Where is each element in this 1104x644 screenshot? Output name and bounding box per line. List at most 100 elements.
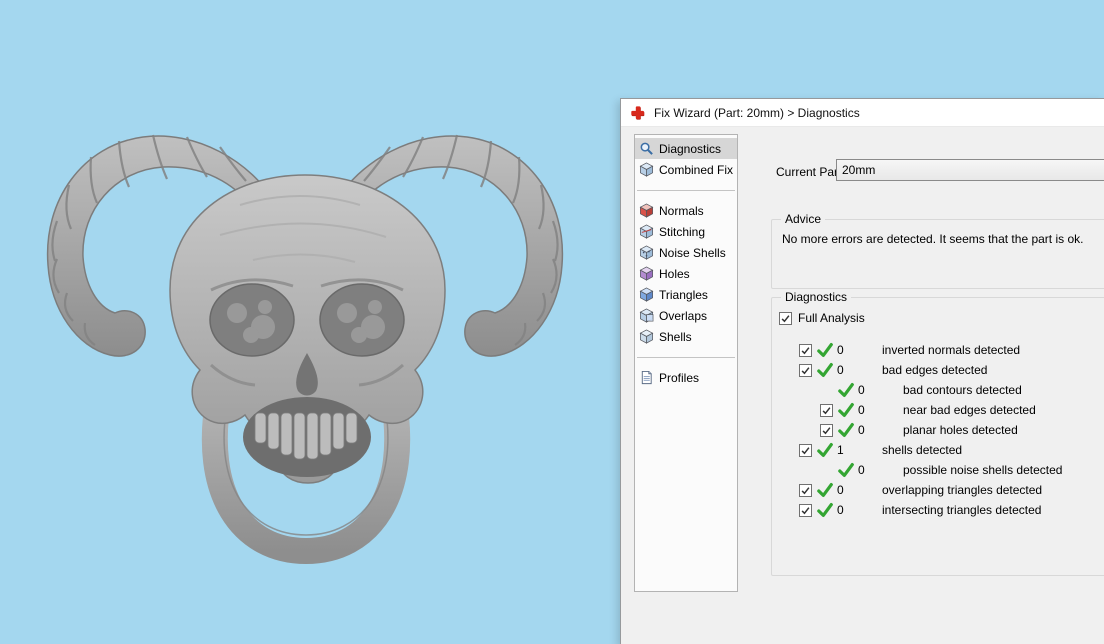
green-check-icon <box>817 502 833 518</box>
diagnostic-count: 0 <box>837 363 844 377</box>
fix-wizard-cross-icon <box>630 105 646 121</box>
green-check-icon <box>838 402 854 418</box>
diagnostic-checkbox[interactable] <box>799 503 812 517</box>
sidebar-item-holes[interactable]: Holes <box>635 263 737 284</box>
diagnostic-row: 0 near bad edges detected <box>772 400 1104 420</box>
skull-ring-model <box>46 133 564 565</box>
diagnostic-row: 1 shells detected <box>772 440 1104 460</box>
sidebar-item-normals[interactable]: Normals <box>635 200 737 221</box>
sidebar-item-label: Normals <box>659 203 704 218</box>
green-check-icon <box>817 482 833 498</box>
sidebar-item-label: Overlaps <box>659 308 708 323</box>
cube-shell-icon <box>639 329 654 344</box>
checkbox-slot <box>820 403 838 417</box>
checkbox-slot <box>820 423 838 437</box>
full-analysis-checkbox[interactable] <box>779 311 792 325</box>
dialog-titlebar[interactable]: Fix Wizard (Part: 20mm) > Diagnostics <box>621 99 1104 127</box>
diagnostic-row: 0 inverted normals detected <box>772 340 1104 360</box>
diagnostics-groupbox: Diagnostics Full Analysis 0 inverted norm… <box>771 290 1104 576</box>
diagnostic-label: intersecting triangles detected <box>882 503 1042 517</box>
green-check-icon <box>817 342 833 358</box>
green-check-icon <box>838 462 854 478</box>
sidebar-item-label: Stitching <box>659 224 706 239</box>
sidebar-item-diagnostics[interactable]: Diagnostics <box>635 138 737 159</box>
checkbox-slot <box>799 443 817 457</box>
diagnostic-checkbox[interactable] <box>799 483 812 497</box>
diagnostic-label: shells detected <box>882 443 963 457</box>
full-analysis-label: Full Analysis <box>798 311 865 325</box>
sidebar-item-label: Combined Fix <box>659 162 734 177</box>
dialog-body: Diagnostics Combined Fix Normals Stitching N… <box>621 127 1104 644</box>
checkbox-slot <box>799 363 817 377</box>
cube-stitch-icon <box>639 224 654 239</box>
current-part-label: Current Part: <box>776 165 845 179</box>
3d-viewport[interactable]: Fix Wizard (Part: 20mm) > Diagnostics Di… <box>0 0 1104 644</box>
checkbox-slot <box>799 483 817 497</box>
sidebar-item-combined-fix[interactable]: Combined Fix <box>635 159 737 180</box>
diagnostic-label: inverted normals detected <box>882 343 1021 357</box>
sidebar-separator <box>635 180 737 200</box>
document-icon <box>639 370 654 385</box>
cube-red-icon <box>639 203 654 218</box>
diagnostic-checkbox[interactable] <box>799 343 812 357</box>
sidebar-item-label: Noise Shells <box>659 245 726 260</box>
fixwizard-sidebar: Diagnostics Combined Fix Normals Stitching N… <box>634 134 738 592</box>
advice-text: No more errors are detected. It seems th… <box>782 232 1084 246</box>
cube-purple-icon <box>639 266 654 281</box>
sidebar-item-label: Triangles <box>659 287 708 302</box>
full-analysis-row: Full Analysis <box>779 311 865 325</box>
cube-blue-icon <box>639 287 654 302</box>
fix-wizard-dialog: Fix Wizard (Part: 20mm) > Diagnostics Di… <box>620 98 1104 644</box>
sidebar-item-overlaps[interactable]: Overlaps <box>635 305 737 326</box>
diagnostic-row: 0 overlapping triangles detected <box>772 480 1104 500</box>
dialog-title: Fix Wizard (Part: 20mm) > Diagnostics <box>654 105 860 120</box>
diagnostic-label: planar holes detected <box>903 423 1018 437</box>
diagnostic-count: 1 <box>837 443 844 457</box>
diagnostic-count: 0 <box>858 463 865 477</box>
magnifier-icon <box>639 141 654 156</box>
advice-groupbox: Advice No more errors are detected. It s… <box>771 212 1104 289</box>
sidebar-item-label: Holes <box>659 266 690 281</box>
green-check-icon <box>817 442 833 458</box>
sidebar-item-label: Profiles <box>659 370 700 385</box>
diagnostic-label: overlapping triangles detected <box>882 483 1043 497</box>
sidebar-separator <box>635 347 737 367</box>
diagnostic-checkbox[interactable] <box>820 423 833 437</box>
diagnostic-row: 0 possible noise shells detected <box>772 460 1104 480</box>
diagnostic-label: possible noise shells detected <box>903 463 1063 477</box>
checkbox-slot <box>799 503 817 517</box>
checkbox-slot <box>799 343 817 357</box>
advice-groupbox-title: Advice <box>781 212 826 227</box>
cube-dots-icon <box>639 245 654 260</box>
diagnostic-row: 0 intersecting triangles detected <box>772 500 1104 520</box>
diagnostic-count: 0 <box>858 403 865 417</box>
sidebar-item-shells[interactable]: Shells <box>635 326 737 347</box>
diagnostic-label: bad contours detected <box>903 383 1022 397</box>
cube-icon <box>639 162 654 177</box>
diagnostic-count: 0 <box>858 423 865 437</box>
current-part-input[interactable] <box>836 159 1104 181</box>
diagnostic-count: 0 <box>837 503 844 517</box>
diagnostic-checkbox[interactable] <box>820 403 833 417</box>
diagnostic-label: bad edges detected <box>882 363 988 377</box>
diagnostic-count: 0 <box>858 383 865 397</box>
diagnostic-row: 0 bad edges detected <box>772 360 1104 380</box>
sidebar-item-stitching[interactable]: Stitching <box>635 221 737 242</box>
cube-overlap-icon <box>639 308 654 323</box>
sidebar-item-label: Shells <box>659 329 692 344</box>
green-check-icon <box>838 382 854 398</box>
sidebar-item-triangles[interactable]: Triangles <box>635 284 737 305</box>
sidebar-item-label: Diagnostics <box>659 141 722 156</box>
green-check-icon <box>838 422 854 438</box>
diagnostic-row: 0 planar holes detected <box>772 420 1104 440</box>
diagnostic-count: 0 <box>837 343 844 357</box>
green-check-icon <box>817 362 833 378</box>
diagnostic-row: 0 bad contours detected <box>772 380 1104 400</box>
diagnostic-checkbox[interactable] <box>799 363 812 377</box>
sidebar-item-profiles[interactable]: Profiles <box>635 367 737 388</box>
diagnostic-count: 0 <box>837 483 844 497</box>
sidebar-item-noise-shells[interactable]: Noise Shells <box>635 242 737 263</box>
diagnostic-checkbox[interactable] <box>799 443 812 457</box>
diagnostics-groupbox-title: Diagnostics <box>781 290 852 305</box>
diagnostic-rows: 0 inverted normals detected 0 bad edges det… <box>772 340 1104 520</box>
